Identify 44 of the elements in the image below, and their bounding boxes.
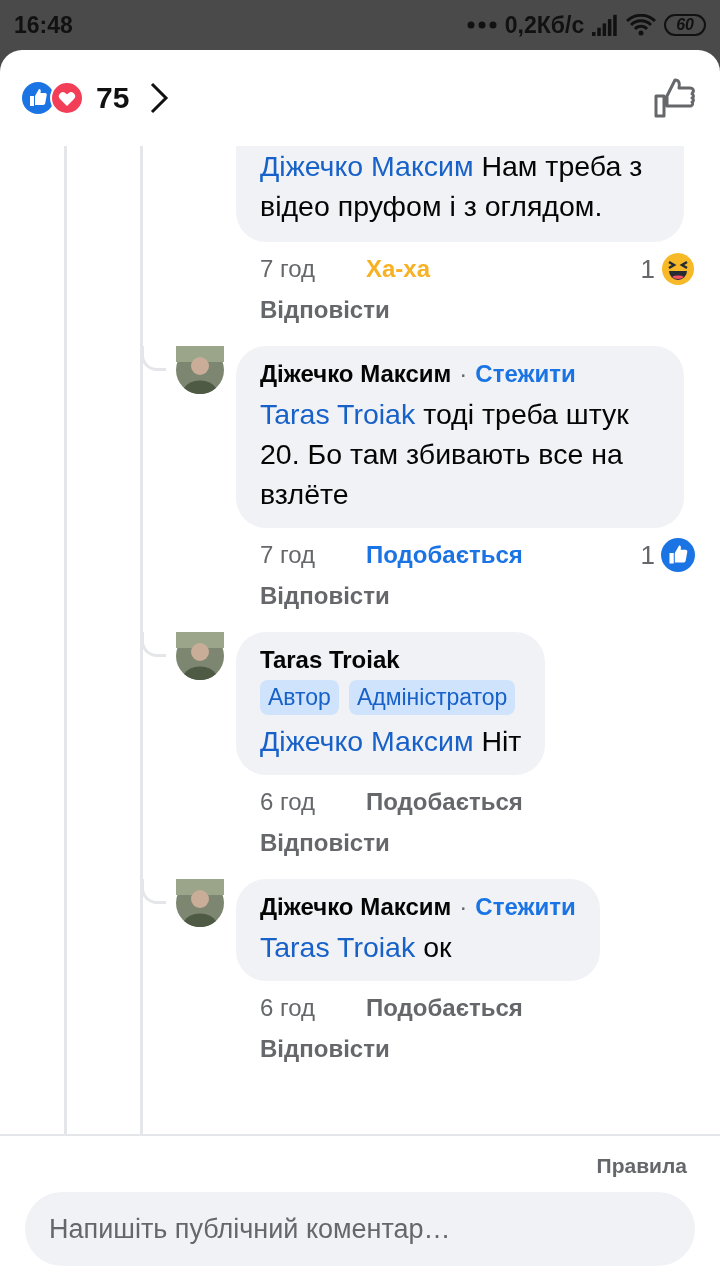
react-link[interactable]: Подобається <box>366 994 523 1022</box>
comment-text: Taras Troiak тоді треба штук 20. Бо там збивають все на взлёте <box>260 397 630 512</box>
reply-link[interactable]: Відповісти <box>236 292 390 328</box>
comment-field[interactable]: Напишіть публічний коментар… <box>25 1192 695 1266</box>
mention-link[interactable]: Taras Troiak <box>260 398 416 430</box>
more-notifications-icon <box>466 21 497 29</box>
network-speed: 0,2Кб/с <box>504 11 585 39</box>
react-link[interactable]: Подобається <box>366 541 523 569</box>
reaction-count: 1 <box>640 253 655 285</box>
follow-link[interactable]: Стежити <box>475 360 576 388</box>
comment-time: 6 год <box>260 788 317 816</box>
author-name[interactable]: Діжечко Максим <box>260 360 452 388</box>
battery-icon: 60 <box>664 14 706 36</box>
reaction-count: 1 <box>640 539 655 571</box>
comment-time: 7 год <box>260 255 317 283</box>
reaction-count[interactable]: 75 <box>96 80 130 115</box>
haha-reaction-icon <box>661 252 695 286</box>
react-link[interactable]: Подобається <box>366 788 523 816</box>
comment-text: Taras Troiak ок <box>260 930 452 965</box>
comment-time: 6 год <box>260 994 317 1022</box>
clock: 16:48 <box>14 11 73 39</box>
comment-text: Діжечко Максим Ніт <box>260 724 522 759</box>
mention-link[interactable]: Діжечко Максим <box>260 150 474 182</box>
mention-link[interactable]: Taras Troiak <box>260 931 416 963</box>
comment-text: Діжечко Максим Нам треба з відео пруфом і з оглядом. <box>260 149 644 224</box>
mention-link[interactable]: Діжечко Максим <box>260 725 474 757</box>
follow-link[interactable]: Стежити <box>475 893 576 921</box>
signal-icon <box>592 14 619 36</box>
love-reaction-icon <box>50 80 84 115</box>
wifi-icon <box>626 14 657 36</box>
separator-dot: · <box>459 360 468 388</box>
rules-link[interactable]: Правила <box>596 1154 687 1178</box>
reply-link[interactable]: Відповісти <box>236 825 390 861</box>
like-reaction-icon <box>22 81 54 114</box>
author-name[interactable]: Taras Troiak <box>260 646 400 674</box>
like-reaction-icon <box>661 538 695 572</box>
reply-link[interactable]: Відповісти <box>236 1031 390 1067</box>
chevron-right-icon[interactable] <box>149 80 170 115</box>
role-badge: Адміністратор <box>348 680 516 715</box>
comment-time: 7 год <box>260 541 317 569</box>
reply-link[interactable]: Відповісти <box>236 578 390 614</box>
separator-dot: · <box>459 893 468 921</box>
author-name[interactable]: Діжечко Максим <box>260 893 452 921</box>
role-badge: Автор <box>260 680 339 715</box>
